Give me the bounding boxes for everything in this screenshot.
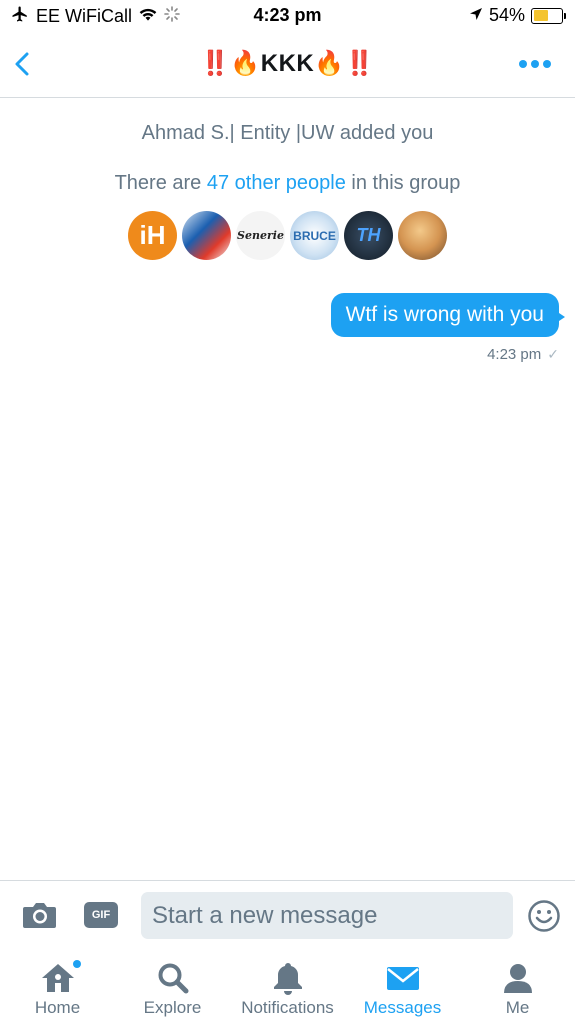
- compose-bar: GIF: [0, 880, 575, 950]
- tab-label: Messages: [363, 998, 442, 1017]
- conversation-header: ‼️🔥KKK🔥‼️: [0, 32, 575, 98]
- tab-notifications[interactable]: Notifications: [230, 950, 345, 1024]
- person-icon: [500, 961, 536, 995]
- avatar[interactable]: Senerie: [236, 211, 285, 260]
- more-options-button[interactable]: [519, 60, 551, 68]
- avatar[interactable]: BRUCE: [290, 211, 339, 260]
- location-arrow-icon: [469, 5, 483, 26]
- battery-percent: 54%: [488, 5, 525, 25]
- group-member-avatars[interactable]: iH Senerie BRUCE TH: [0, 211, 575, 260]
- bell-icon: [270, 961, 306, 995]
- emoji-button[interactable]: [527, 899, 561, 933]
- avatar[interactable]: [182, 211, 231, 260]
- sent-check-icon: ✓: [547, 346, 559, 362]
- emoji-icon: [528, 900, 560, 932]
- group-member-count: There are 47 other people in this group: [114, 172, 461, 194]
- message-bubble[interactable]: Wtf is wrong with you: [330, 293, 566, 337]
- added-notice: Ahmad S.| Entity |UW added you: [141, 122, 434, 144]
- more-dots-icon: [519, 60, 527, 68]
- envelope-icon: [385, 961, 421, 995]
- other-people-link[interactable]: 47 other people: [207, 172, 346, 194]
- tab-label: Notifications: [241, 998, 334, 1017]
- message-timestamp: 4:23 pm ✓: [487, 346, 559, 363]
- tab-home[interactable]: Home: [0, 950, 115, 1024]
- tab-label: Home: [34, 998, 81, 1017]
- battery-icon: [531, 7, 566, 24]
- camera-button[interactable]: [22, 900, 57, 930]
- home-icon: [40, 961, 76, 995]
- tab-messages[interactable]: Messages: [345, 950, 460, 1024]
- tab-label: Explore: [143, 998, 202, 1017]
- camera-icon: [23, 903, 56, 928]
- unread-dot: [73, 960, 81, 968]
- avatar[interactable]: TH: [344, 211, 393, 260]
- message-input[interactable]: [141, 892, 513, 939]
- gif-button[interactable]: GIF: [84, 902, 118, 928]
- avatar[interactable]: [398, 211, 447, 260]
- status-bar: EE WiFiCall 4:23 pm 54%: [0, 0, 575, 32]
- tab-label: Me: [505, 998, 530, 1017]
- battery-level: [533, 10, 549, 21]
- avatar[interactable]: iH: [128, 211, 177, 260]
- tab-me[interactable]: Me: [460, 950, 575, 1024]
- search-icon: [155, 961, 191, 995]
- conversation-title[interactable]: ‼️🔥KKK🔥‼️: [0, 49, 575, 78]
- tab-bar: Home Explore Notifications Messages Me: [0, 950, 575, 1024]
- tab-explore[interactable]: Explore: [115, 950, 230, 1024]
